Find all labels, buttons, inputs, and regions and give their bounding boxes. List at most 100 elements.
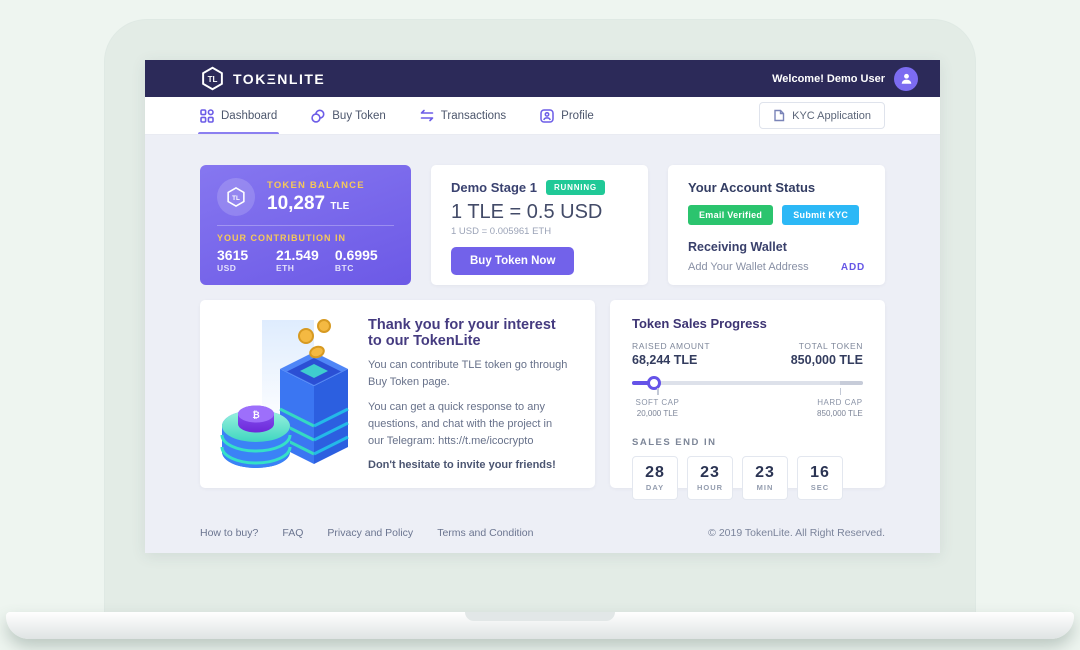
user-avatar[interactable] (894, 67, 918, 91)
laptop-base (6, 612, 1074, 639)
token-sales-progress-card: Token Sales Progress RAISED AMOUNT 68,24… (610, 300, 885, 488)
nav-label: Transactions (441, 110, 506, 122)
thank-you-card: ₿ Thank you for your interest to our Tok… (200, 300, 595, 488)
account-status-card: Your Account Status Email Verified Submi… (668, 165, 885, 285)
navbar: Dashboard Buy Token (145, 97, 940, 135)
divider (217, 225, 394, 226)
person-icon (900, 72, 913, 85)
raised-amount-value: 68,244 TLE (632, 353, 710, 367)
nav-item-buy-token[interactable]: Buy Token (311, 97, 386, 134)
profile-icon (540, 109, 554, 123)
countdown-unit: HOUR (697, 483, 723, 492)
lower-row: ₿ Thank you for your interest to our Tok… (200, 300, 885, 488)
token-balance-card: TL TOKEN BALANCE 10,287 TLE YOUR CONTR (200, 165, 411, 285)
coins-icon (311, 109, 325, 123)
laptop-mockup: TL TOKΞNLITE Welcome! Demo User (0, 0, 1080, 650)
footer-link-privacy[interactable]: Privacy and Policy (327, 527, 413, 539)
buy-token-now-button[interactable]: Buy Token Now (451, 247, 574, 275)
countdown: 28 DAY 23 HOUR 23 MIN 16 (632, 456, 863, 500)
nav-item-transactions[interactable]: Transactions (420, 97, 506, 134)
wallet-address-hint: Add Your Wallet Address (688, 261, 809, 273)
main-content: TL TOKEN BALANCE 10,287 TLE YOUR CONTR (145, 135, 940, 553)
raised-amount-block: RAISED AMOUNT 68,244 TLE (632, 341, 710, 367)
total-token-block: TOTAL TOKEN 850,000 TLE (791, 341, 863, 367)
soft-cap-label-block: SOFT CAP 20,000 TLE (635, 398, 679, 418)
contribution-usd: 3615 USD (217, 247, 276, 273)
total-token-label: TOTAL TOKEN (791, 341, 863, 351)
countdown-minutes: 23 MIN (742, 456, 788, 500)
countdown-value: 28 (645, 464, 665, 482)
account-status-title: Your Account Status (688, 180, 865, 195)
status-badge[interactable]: Email Verified (688, 205, 773, 225)
thanks-paragraph-2: You can get a quick response to any ques… (368, 399, 569, 450)
token-rate-secondary: 1 USD = 0.005961 ETH (451, 226, 628, 237)
contribution-value: 21.549 (276, 247, 335, 263)
add-wallet-link[interactable]: ADD (841, 262, 865, 273)
user-menu[interactable]: Welcome! Demo User (772, 67, 918, 91)
thanks-title: Thank you for your interest to our Token… (368, 317, 569, 349)
hard-cap-label-block: HARD CAP 850,000 TLE (817, 398, 863, 418)
nav-label: Profile (561, 110, 594, 122)
footer-link-how-to-buy[interactable]: How to buy? (200, 527, 258, 539)
token-rate: 1 TLE = 0.5 USD (451, 201, 628, 224)
balance-unit: TLE (330, 201, 349, 212)
thanks-invite-line: Don't hesitate to invite your friends! (368, 459, 569, 471)
countdown-unit: DAY (646, 483, 664, 492)
tokenlite-logo-icon: TL (200, 66, 225, 91)
contribution-currency: ETH (276, 263, 335, 273)
brand[interactable]: TL TOKΞNLITE (200, 66, 325, 91)
nav-label: Buy Token (332, 110, 386, 122)
contribution-label: YOUR CONTRIBUTION IN (217, 233, 394, 243)
soft-cap-tick (657, 388, 659, 395)
welcome-text: Welcome! Demo User (772, 73, 885, 85)
nav-label: Dashboard (221, 110, 277, 122)
stage-title: Demo Stage 1 (451, 180, 537, 195)
progress-knob[interactable] (647, 376, 661, 390)
swap-arrows-icon (420, 109, 434, 122)
laptop-notch (465, 612, 615, 621)
kyc-application-button[interactable]: KYC Application (759, 102, 885, 129)
dashboard-icon (200, 109, 214, 123)
token-hexagon-icon: TL (225, 186, 247, 208)
total-token-value: 850,000 TLE (791, 353, 863, 367)
countdown-hours: 23 HOUR (687, 456, 733, 500)
contribution-value: 3615 (217, 247, 276, 263)
app-footer: How to buy? FAQ Privacy and Policy Terms… (200, 527, 885, 553)
svg-text:TL: TL (208, 75, 218, 84)
copyright-text: © 2019 TokenLite. All Right Reserved. (708, 527, 885, 539)
status-badge[interactable]: Submit KYC (782, 205, 859, 225)
svg-text:TL: TL (232, 195, 240, 202)
kyc-button-label: KYC Application (792, 110, 871, 122)
kyc-document-icon (773, 109, 785, 122)
balance-amount: 10,287 (267, 193, 325, 214)
hard-cap-value: 850,000 TLE (817, 409, 863, 418)
token-stage-card: Demo Stage 1 RUNNING 1 TLE = 0.5 USD 1 U… (431, 165, 648, 285)
countdown-days: 28 DAY (632, 456, 678, 500)
token-badge: TL (217, 178, 255, 216)
nav-items: Dashboard Buy Token (200, 97, 594, 134)
nav-item-dashboard[interactable]: Dashboard (200, 97, 277, 134)
countdown-value: 23 (755, 464, 775, 482)
topbar: TL TOKΞNLITE Welcome! Demo User (145, 60, 940, 97)
receiving-wallet-title: Receiving Wallet (688, 240, 865, 254)
contribution-currency: BTC (335, 263, 394, 273)
brand-name: TOKΞNLITE (233, 71, 325, 87)
nav-item-profile[interactable]: Profile (540, 97, 594, 134)
footer-link-faq[interactable]: FAQ (282, 527, 303, 539)
contribution-eth: 21.549 ETH (276, 247, 335, 273)
stats-row: TL TOKEN BALANCE 10,287 TLE YOUR CONTR (200, 165, 885, 285)
sales-end-label: SALES END IN (632, 437, 863, 448)
contribution-btc: 0.6995 BTC (335, 247, 394, 273)
contribution-value: 0.6995 (335, 247, 394, 263)
coins-illustration: ₿ (214, 314, 354, 474)
sales-progress-slider[interactable]: SOFT CAP 20,000 TLE HARD CAP 850,000 TLE (632, 381, 863, 385)
hard-cap-tick (840, 388, 842, 395)
footer-link-terms[interactable]: Terms and Condition (437, 527, 533, 539)
running-badge: RUNNING (546, 180, 605, 195)
countdown-unit: MIN (757, 483, 774, 492)
countdown-value: 23 (700, 464, 720, 482)
countdown-value: 16 (810, 464, 830, 482)
balance-label: TOKEN BALANCE (267, 180, 365, 191)
tokenlite-app-window: TL TOKΞNLITE Welcome! Demo User (145, 60, 940, 553)
hard-cap-segment (840, 381, 863, 385)
